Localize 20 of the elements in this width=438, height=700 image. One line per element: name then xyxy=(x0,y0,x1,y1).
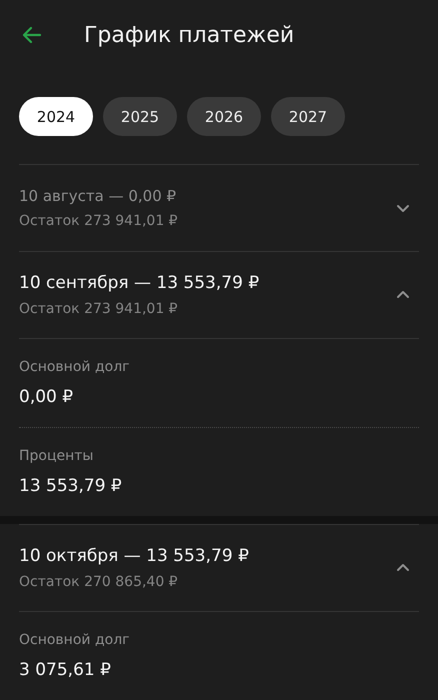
detail-label: Основной долг xyxy=(19,359,131,375)
year-tab[interactable]: 2026 xyxy=(187,97,261,136)
payment-row[interactable]: 10 августа — 0,00 ₽ Остаток 273 941,01 ₽ xyxy=(19,164,419,251)
payment-title: 10 августа — 0,00 ₽ xyxy=(19,187,178,205)
payment-title: 10 сентября — 13 553,79 ₽ xyxy=(19,273,260,293)
page-title: График платежей xyxy=(84,22,294,48)
detail-value: 13 553,79 ₽ xyxy=(19,476,123,496)
year-tab[interactable]: 2025 xyxy=(103,97,177,136)
detail-label: Основной долг xyxy=(19,632,131,648)
detail-value: 0,00 ₽ xyxy=(19,387,74,407)
payment-row[interactable]: 10 октября — 13 553,79 ₽ Остаток 270 865,40 ₽ xyxy=(19,524,419,611)
payment-row[interactable]: 10 сентября — 13 553,79 ₽ Остаток 273 941,01 ₽ xyxy=(19,251,419,338)
payment-balance: Остаток 273 941,01 ₽ xyxy=(19,213,178,229)
year-tab[interactable]: 2027 xyxy=(271,97,345,136)
year-tab[interactable]: 2024 xyxy=(19,97,93,136)
payment-title: 10 октября — 13 553,79 ₽ xyxy=(19,546,249,566)
detail-value: 3 075,61 ₽ xyxy=(19,660,112,680)
payment-balance: Остаток 270 865,40 ₽ xyxy=(19,574,179,590)
payment-balance: Остаток 273 941,01 ₽ xyxy=(19,301,179,317)
detail-label: Проценты xyxy=(19,448,94,464)
